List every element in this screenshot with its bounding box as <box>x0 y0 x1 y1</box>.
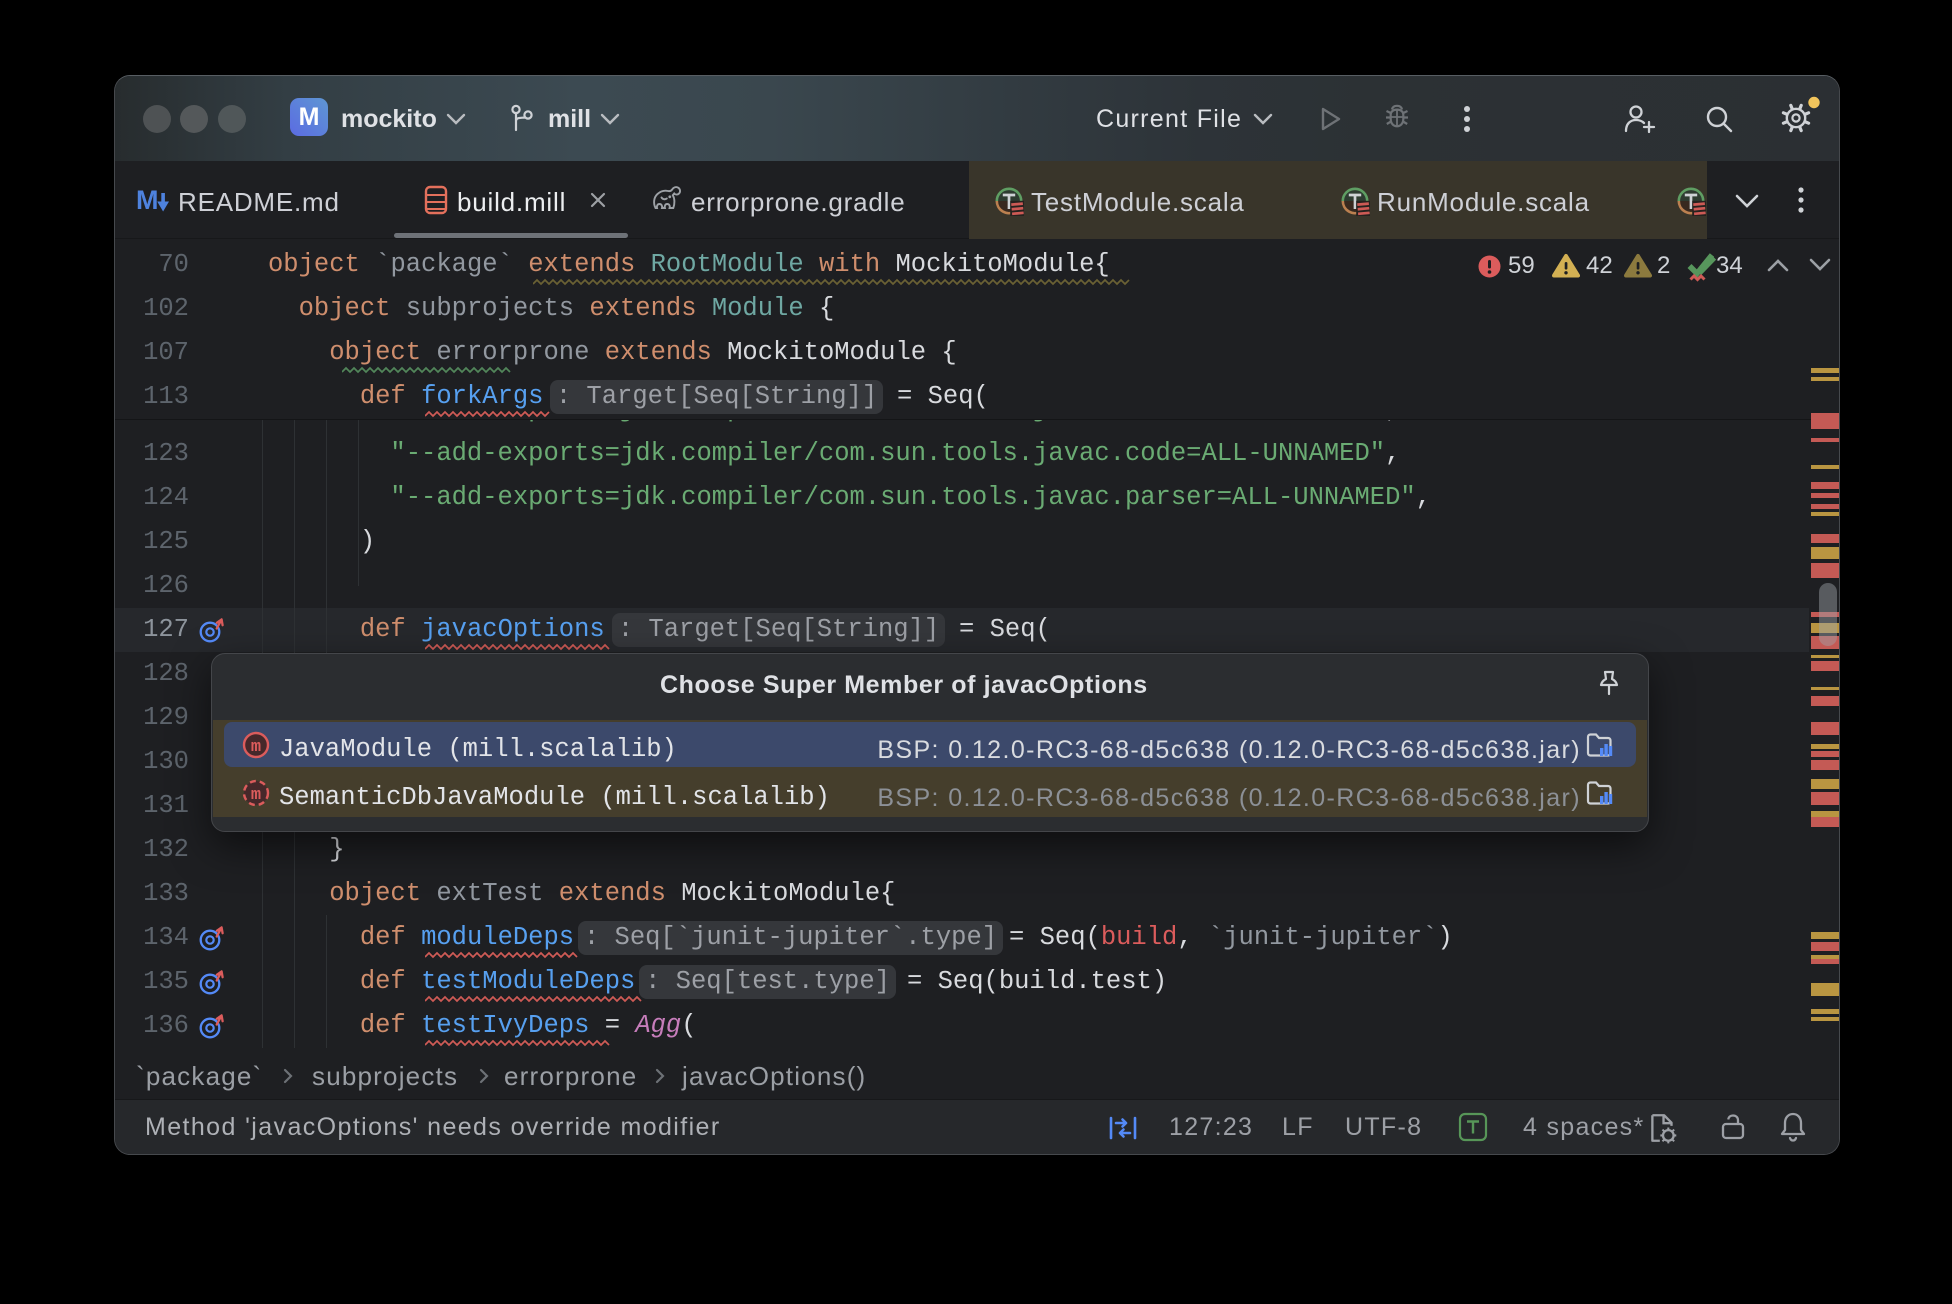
svg-text:m: m <box>251 786 261 805</box>
svg-text:m: m <box>251 738 261 757</box>
